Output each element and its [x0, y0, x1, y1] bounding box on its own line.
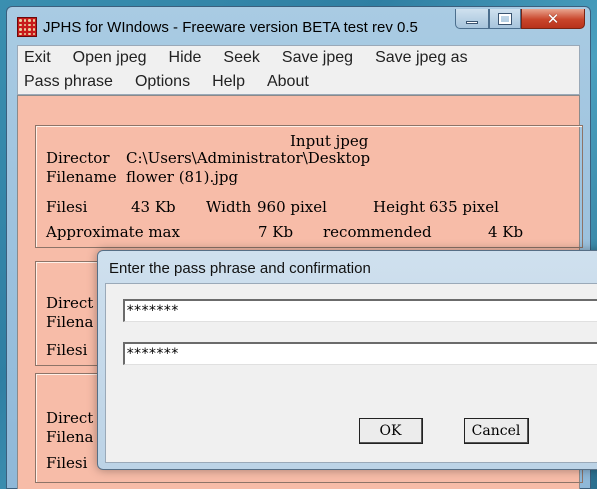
maximize-icon — [498, 12, 512, 25]
filename-value: flower (81).jpg — [126, 168, 239, 186]
menu-options[interactable]: Options — [129, 73, 196, 91]
width-value: 960 pixel — [257, 198, 327, 216]
group-heading: Input jpeg — [290, 132, 369, 150]
title-bar[interactable]: JPHS for WIndows - Freeware version BETA… — [7, 7, 590, 45]
dialog-title: Enter the pass phrase and confirmation — [109, 260, 371, 277]
minimize-button[interactable] — [455, 9, 489, 29]
menu-bar: Exit Open jpeg Hide Seek Save jpeg Save … — [17, 45, 580, 95]
pass-phrase-dialog: Enter the pass phrase and confirmation *… — [97, 250, 597, 470]
close-button[interactable]: ✕ — [521, 9, 585, 29]
menu-seek[interactable]: Seek — [217, 49, 265, 67]
cancel-button[interactable]: Cancel — [464, 418, 529, 444]
close-icon: ✕ — [546, 9, 560, 28]
menu-hide[interactable]: Hide — [163, 49, 208, 67]
pass-phrase-input[interactable]: ******* — [123, 299, 597, 322]
menu-row-2: Pass phrase Options Help About — [18, 70, 325, 94]
input-jpeg-group: Input jpeg Director C:\Users\Administrat… — [35, 125, 583, 248]
window-title: JPHS for WIndows - Freeware version BETA… — [43, 19, 418, 36]
directory-label: Director — [46, 149, 110, 167]
recommended-label: recommended — [323, 223, 432, 241]
directory-value: C:\Users\Administrator\Desktop — [126, 149, 371, 167]
filename-label: Filename — [46, 168, 117, 186]
recommended-value: 4 Kb — [488, 223, 524, 241]
filesize-label: Filesi — [46, 198, 88, 216]
height-value: 635 pixel — [429, 198, 499, 216]
menu-about[interactable]: About — [261, 73, 315, 91]
minimize-icon — [466, 21, 478, 24]
menu-row-1: Exit Open jpeg Hide Seek Save jpeg Save … — [18, 46, 484, 70]
dialog-body: ******* ******* OK Cancel — [105, 283, 597, 463]
menu-exit[interactable]: Exit — [18, 49, 57, 67]
approx-max-label: Approximate max — [46, 223, 180, 241]
height-label: Height — [373, 198, 426, 216]
menu-help[interactable]: Help — [206, 73, 251, 91]
maximize-button[interactable] — [489, 9, 521, 29]
ok-button[interactable]: OK — [359, 418, 423, 444]
menu-save-jpeg[interactable]: Save jpeg — [276, 49, 359, 67]
filesize-value: 43 Kb — [131, 198, 176, 216]
menu-save-jpeg-as[interactable]: Save jpeg as — [369, 49, 474, 67]
width-label: Width — [206, 198, 252, 216]
app-icon[interactable] — [17, 17, 37, 37]
confirmation-input[interactable]: ******* — [123, 342, 597, 365]
menu-pass-phrase[interactable]: Pass phrase — [18, 73, 119, 91]
menu-open-jpeg[interactable]: Open jpeg — [67, 49, 153, 67]
approx-max-value: 7 Kb — [258, 223, 294, 241]
